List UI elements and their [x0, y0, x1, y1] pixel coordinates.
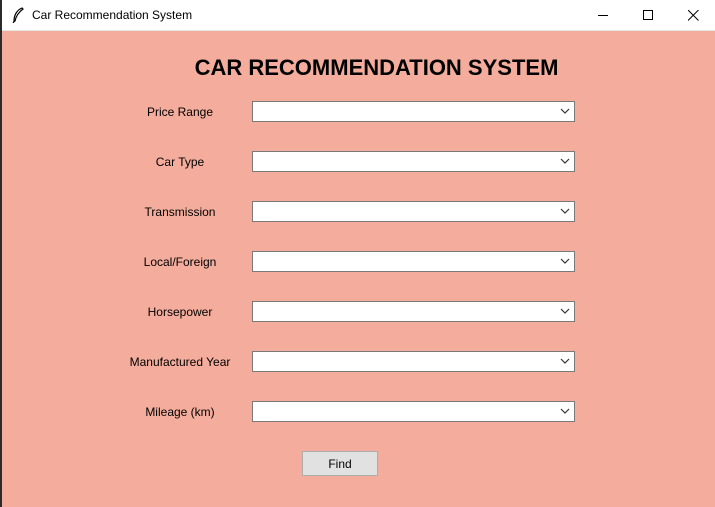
chevron-down-icon: [560, 258, 570, 264]
chevron-down-icon: [560, 358, 570, 364]
maximize-button[interactable]: [625, 0, 671, 30]
local-foreign-label: Local/Foreign: [143, 255, 217, 269]
car-type-select[interactable]: [252, 151, 575, 172]
minimize-button[interactable]: [580, 0, 626, 30]
close-button[interactable]: [670, 0, 715, 30]
chevron-down-icon: [560, 108, 570, 114]
transmission-label: Transmission: [144, 205, 216, 219]
chevron-down-icon: [560, 158, 570, 164]
window-title: Car Recommendation System: [32, 8, 193, 22]
horsepower-label: Horsepower: [147, 305, 213, 319]
car-type-label: Car Type: [155, 155, 205, 169]
local-foreign-select[interactable]: [252, 251, 575, 272]
manufactured-year-label: Manufactured Year: [129, 355, 231, 369]
mileage-label: Mileage (km): [145, 405, 215, 419]
app-window: Car Recommendation System CAR RECOMMENDA…: [0, 0, 715, 507]
maximize-icon: [642, 9, 653, 20]
transmission-select[interactable]: [252, 201, 575, 222]
close-icon: [687, 9, 699, 21]
minimize-icon: [597, 14, 608, 16]
price-range-label: Price Range: [146, 105, 214, 119]
price-range-select[interactable]: [252, 101, 575, 122]
chevron-down-icon: [560, 308, 570, 314]
find-button[interactable]: Find: [302, 451, 378, 476]
title-bar[interactable]: Car Recommendation System: [2, 0, 715, 31]
mileage-select[interactable]: [252, 401, 575, 422]
chevron-down-icon: [560, 208, 570, 214]
manufactured-year-select[interactable]: [252, 351, 575, 372]
page-title: CAR RECOMMENDATION SYSTEM: [194, 55, 559, 80]
chevron-down-icon: [560, 408, 570, 414]
feather-icon: [11, 7, 25, 24]
horsepower-select[interactable]: [252, 301, 575, 322]
